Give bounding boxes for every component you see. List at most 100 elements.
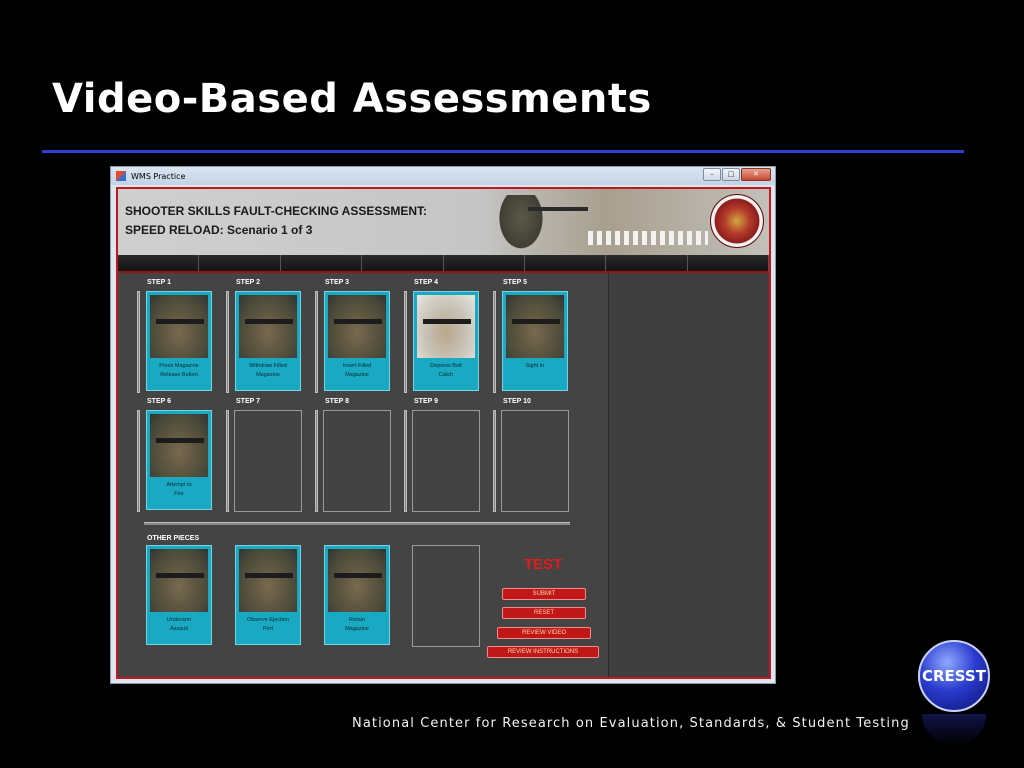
step-caption: Press Magazine Release Button	[149, 362, 209, 380]
step-label: STEP 2	[236, 279, 260, 286]
step-divider	[137, 410, 140, 512]
rifle-image	[156, 573, 204, 578]
caption-line: Observe Ejection	[247, 617, 289, 623]
video-thumbnail	[239, 549, 297, 612]
close-button[interactable]: ✕	[741, 168, 771, 181]
piece-caption: Underarm Assault	[149, 616, 209, 634]
step-caption: Sight In	[505, 362, 565, 371]
video-thumbnail	[239, 295, 297, 358]
rifle-image	[245, 573, 293, 578]
video-thumbnail	[417, 295, 475, 358]
review-video-button[interactable]: REVIEW VIDEO	[497, 627, 591, 639]
caption-line: Magazine	[345, 372, 369, 378]
rifle-image	[245, 319, 293, 324]
nav-segment[interactable]	[281, 255, 363, 271]
piece-caption: Retain Magazine	[327, 616, 387, 634]
step-label: STEP 1	[147, 279, 171, 286]
soldier-image	[496, 195, 546, 253]
piece-card[interactable]: Underarm Assault	[146, 545, 212, 645]
rifle-image	[423, 319, 471, 324]
window-title: WMS Practice	[131, 171, 186, 181]
step-label: STEP 7	[236, 398, 260, 405]
video-thumbnail	[328, 549, 386, 612]
window-titlebar[interactable]: WMS Practice – □ ✕	[111, 167, 775, 185]
step-caption: Withdraw Filled Magazine	[238, 362, 298, 380]
empty-step-slot[interactable]	[234, 410, 302, 512]
step-divider	[404, 410, 407, 512]
cresst-logo: CRESST	[918, 640, 990, 712]
step-card[interactable]: Attempt to Fire	[146, 410, 212, 510]
nav-segment[interactable]	[199, 255, 281, 271]
caption-line: Insert Filled	[342, 363, 372, 369]
step-divider	[137, 291, 140, 393]
rifle-image	[334, 319, 382, 324]
piece-card[interactable]: Observe Ejection Port	[235, 545, 301, 645]
empty-step-slot[interactable]	[412, 410, 480, 512]
caption-line: Fire	[174, 491, 184, 497]
step-card[interactable]: Sight In	[502, 291, 568, 391]
nav-segment[interactable]	[118, 255, 200, 271]
step-label: STEP 6	[147, 398, 171, 405]
submit-button[interactable]: SUBMIT	[502, 588, 586, 600]
nav-segment[interactable]	[525, 255, 607, 271]
caption-line: Catch	[438, 372, 454, 378]
footer-org-name: National Center for Research on Evaluati…	[352, 716, 910, 731]
empty-step-slot[interactable]	[323, 410, 391, 512]
assessment-banner: SHOOTER SKILLS FAULT-CHECKING ASSESSMENT…	[118, 189, 769, 255]
assessment-title: SHOOTER SKILLS FAULT-CHECKING ASSESSMENT…	[125, 204, 428, 218]
empty-piece-slot[interactable]	[412, 545, 480, 647]
scenario-title: SPEED RELOAD: Scenario 1 of 3	[125, 223, 313, 237]
work-area: STEP 1 Press Magazine Release Button STEP 2…	[118, 273, 608, 677]
caption-line: Port	[262, 626, 274, 632]
right-panel	[608, 273, 769, 677]
step-label: STEP 8	[325, 398, 349, 405]
step-caption: Attempt to Fire	[149, 481, 209, 499]
rifle-image	[156, 319, 204, 324]
step-card[interactable]: Press Magazine Release Button	[146, 291, 212, 391]
caption-line: Withdraw Filled	[249, 363, 287, 369]
caption-line: Retain	[349, 617, 365, 623]
caption-line: Depress Bolt	[430, 363, 462, 369]
video-thumbnail	[150, 414, 208, 477]
nav-bar	[118, 255, 769, 271]
video-thumbnail	[328, 295, 386, 358]
step-label: STEP 10	[503, 398, 531, 405]
piece-card[interactable]: Retain Magazine	[324, 545, 390, 645]
step-label: STEP 9	[414, 398, 438, 405]
step-divider	[493, 410, 496, 512]
reset-button[interactable]: RESET	[502, 607, 586, 619]
caption-line: Magazine	[256, 372, 280, 378]
video-thumbnail	[150, 295, 208, 358]
cresst-logo-text: CRESST	[922, 667, 986, 685]
rifle-image	[528, 207, 588, 211]
app-window: WMS Practice – □ ✕ SHOOTER SKILLS FAULT-…	[110, 166, 776, 684]
step-card[interactable]: Insert Filled Magazine	[324, 291, 390, 391]
step-divider	[315, 291, 318, 393]
nav-segment[interactable]	[362, 255, 444, 271]
step-caption: Depress Bolt Catch	[416, 362, 476, 380]
nav-segment[interactable]	[606, 255, 688, 271]
test-label: TEST	[524, 556, 563, 573]
section-divider	[144, 522, 570, 525]
caption-line: Underarm	[166, 617, 192, 623]
maximize-button[interactable]: □	[722, 168, 740, 181]
window-controls: – □ ✕	[703, 168, 771, 181]
logo-reflection	[922, 714, 986, 746]
video-thumbnail	[506, 295, 564, 358]
empty-step-slot[interactable]	[501, 410, 569, 512]
range-targets-image	[588, 231, 708, 245]
rifle-image	[334, 573, 382, 578]
step-label: STEP 4	[414, 279, 438, 286]
nav-segment[interactable]	[444, 255, 525, 271]
step-card[interactable]: Depress Bolt Catch	[413, 291, 479, 391]
nav-segment[interactable]	[688, 255, 769, 271]
review-instructions-button[interactable]: REVIEW INSTRUCTIONS	[487, 646, 599, 658]
step-divider	[226, 410, 229, 512]
step-caption: Insert Filled Magazine	[327, 362, 387, 380]
assessment-frame: SHOOTER SKILLS FAULT-CHECKING ASSESSMENT…	[116, 187, 771, 679]
minimize-button[interactable]: –	[703, 168, 721, 181]
slide-title: Video-Based Assessments	[52, 76, 652, 122]
title-divider	[42, 150, 964, 153]
video-thumbnail	[150, 549, 208, 612]
step-card[interactable]: Withdraw Filled Magazine	[235, 291, 301, 391]
